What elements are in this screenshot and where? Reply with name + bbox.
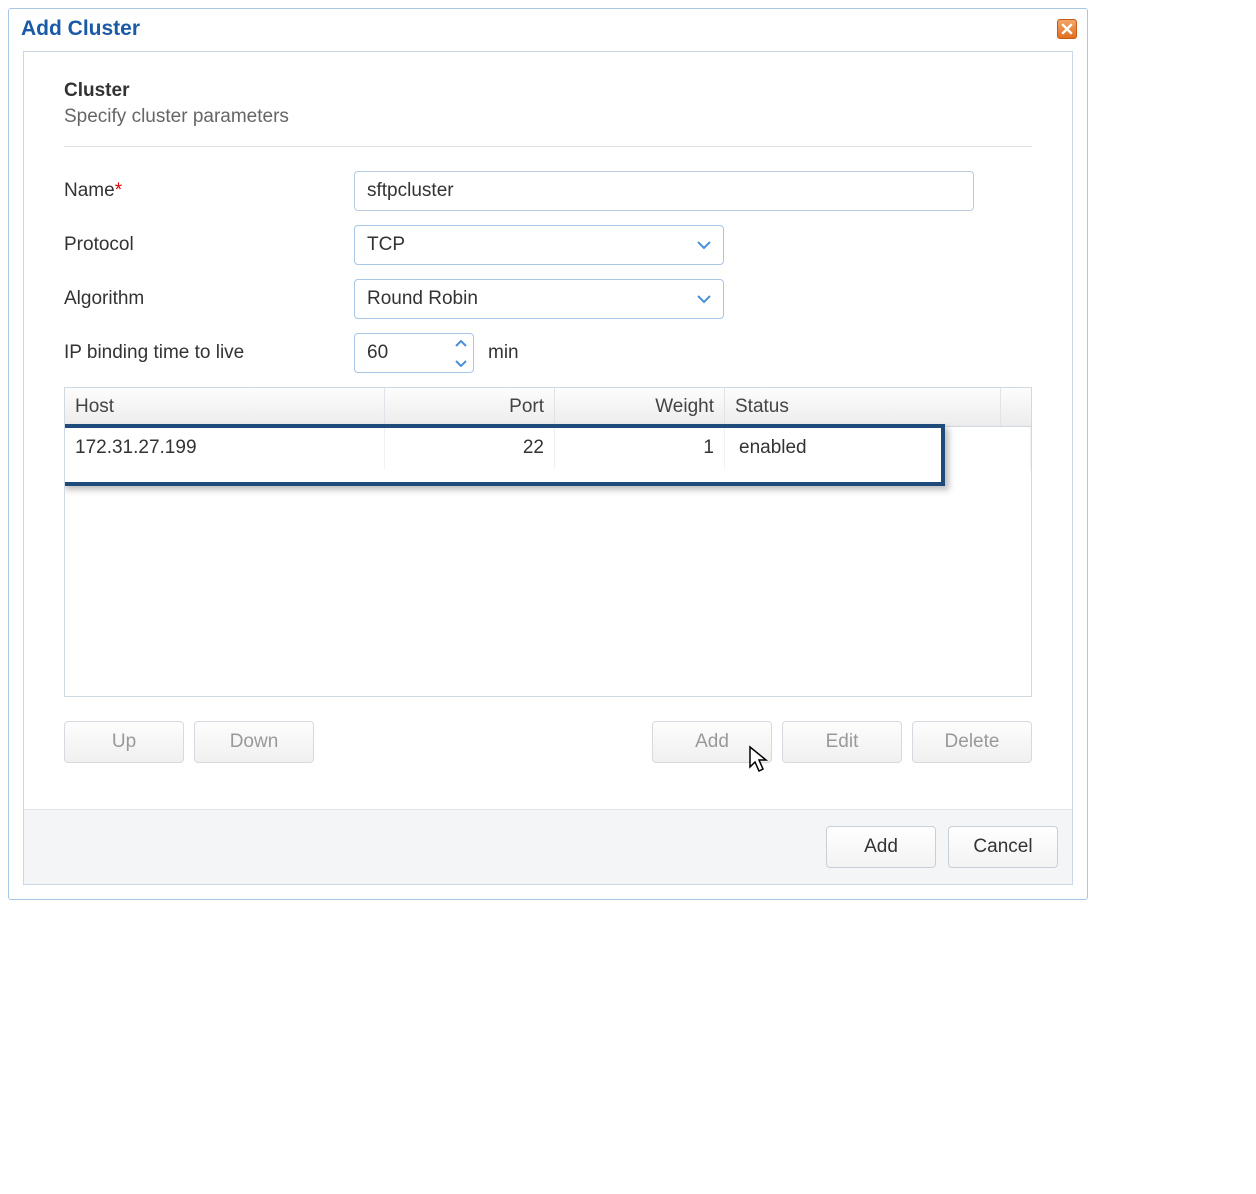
row-name: Name* <box>64 171 1032 211</box>
protocol-label: Protocol <box>64 234 354 256</box>
th-spacer <box>1001 388 1031 426</box>
ttl-label: IP binding time to live <box>64 342 354 364</box>
close-button[interactable] <box>1057 19 1077 39</box>
chevron-up-icon <box>455 340 467 348</box>
spinner-down[interactable] <box>449 353 473 372</box>
row-action-buttons: Up Down Add Edit Delete <box>64 721 1032 799</box>
ttl-value: 60 <box>355 334 449 372</box>
close-icon <box>1061 23 1073 35</box>
cancel-button[interactable]: Cancel <box>948 826 1058 868</box>
required-asterisk: * <box>115 180 122 201</box>
table-header: Host Port Weight Status <box>65 388 1031 427</box>
section-heading: Cluster <box>64 80 1032 102</box>
td-weight: 1 <box>555 427 725 469</box>
row-algorithm: Algorithm Round Robin <box>64 279 1032 319</box>
name-label: Name* <box>64 180 354 202</box>
row-ttl: IP binding time to live 60 <box>64 333 1032 373</box>
td-host: 172.31.27.199 <box>65 427 385 469</box>
algorithm-value: Round Robin <box>367 288 693 310</box>
titlebar: Add Cluster <box>9 9 1087 47</box>
th-weight: Weight <box>555 388 725 426</box>
right-button-group: Add Edit Delete <box>652 721 1032 763</box>
dialog-title: Add Cluster <box>21 17 140 41</box>
protocol-select[interactable]: TCP <box>354 225 724 265</box>
chevron-down-icon <box>693 294 715 304</box>
th-status: Status <box>725 388 1001 426</box>
add-cluster-dialog: Add Cluster Cluster Specify cluster para… <box>8 8 1088 900</box>
protocol-value: TCP <box>367 234 693 256</box>
name-label-text: Name <box>64 180 115 201</box>
hosts-table: Host Port Weight Status 172.31.27.199 22… <box>64 387 1032 697</box>
up-button[interactable]: Up <box>64 721 184 763</box>
dialog-footer: Add Cancel <box>24 809 1072 884</box>
th-host: Host <box>65 388 385 426</box>
ttl-spinner-wrap: 60 min <box>354 333 519 373</box>
add-row-button[interactable]: Add <box>652 721 772 763</box>
form-section: Cluster Specify cluster parameters Name*… <box>24 52 1072 809</box>
th-port: Port <box>385 388 555 426</box>
row-protocol: Protocol TCP <box>64 225 1032 265</box>
name-input[interactable] <box>354 171 974 211</box>
ttl-spinner[interactable]: 60 <box>354 333 474 373</box>
td-status: enabled <box>725 427 1031 469</box>
algorithm-select[interactable]: Round Robin <box>354 279 724 319</box>
chevron-down-icon <box>693 240 715 250</box>
divider <box>64 146 1032 147</box>
td-port: 22 <box>385 427 555 469</box>
spinner-up[interactable] <box>449 334 473 353</box>
content-frame: Cluster Specify cluster parameters Name*… <box>23 51 1073 885</box>
delete-button[interactable]: Delete <box>912 721 1032 763</box>
left-button-group: Up Down <box>64 721 314 763</box>
section-subheading: Specify cluster parameters <box>64 106 1032 128</box>
spinner-arrows <box>449 334 473 372</box>
algorithm-label: Algorithm <box>64 288 354 310</box>
down-button[interactable]: Down <box>194 721 314 763</box>
add-button[interactable]: Add <box>826 826 936 868</box>
chevron-down-icon <box>455 359 467 367</box>
edit-button[interactable]: Edit <box>782 721 902 763</box>
ttl-unit: min <box>488 342 519 364</box>
table-row[interactable]: 172.31.27.199 22 1 enabled <box>65 427 1031 469</box>
